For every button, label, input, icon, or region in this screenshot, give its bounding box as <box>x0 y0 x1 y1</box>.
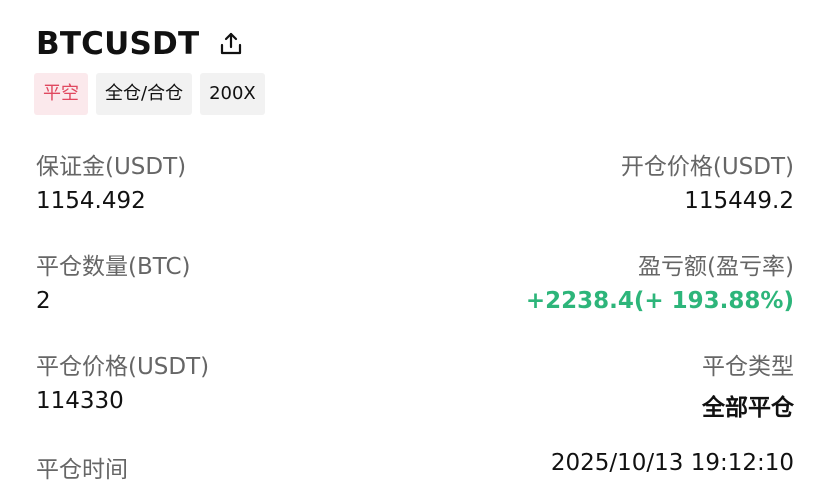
close-type-value: 全部平仓 <box>702 395 794 421</box>
share-icon[interactable] <box>217 30 245 58</box>
close-price-field: 平仓价格(USDT) 114330 <box>36 347 209 414</box>
close-qty-value: 2 <box>36 288 51 314</box>
side-tag: 平空 <box>34 73 88 115</box>
margin-field: 保证金(USDT) 1154.492 <box>36 147 186 214</box>
symbol-title: BTCUSDT <box>36 26 200 62</box>
close-price-label: 平仓价格(USDT) <box>36 354 210 380</box>
margin-label: 保证金(USDT) <box>36 154 187 180</box>
open-price-label: 开仓价格(USDT) <box>620 154 794 180</box>
open-price-value: 115449.2 <box>684 188 794 214</box>
close-time-value: 2025/10/13 19:12:10 <box>550 450 794 476</box>
tag-row: 平空 全仓/合仓 200X <box>34 73 265 115</box>
close-type-field: 平仓类型 全部平仓 <box>702 347 794 422</box>
open-price-field: 开仓价格(USDT) 115449.2 <box>621 147 794 214</box>
close-price-value: 114330 <box>36 388 124 414</box>
leverage-tag: 200X <box>200 73 265 115</box>
close-qty-field: 平仓数量(BTC) 2 <box>36 247 191 314</box>
pnl-field: 盈亏额(盈亏率) +2238.4(+ 193.88%) <box>526 247 794 314</box>
close-qty-label: 平仓数量(BTC) <box>36 254 191 280</box>
close-type-label: 平仓类型 <box>702 354 794 380</box>
close-time-label: 平仓时间 <box>36 457 128 483</box>
pnl-value: +2238.4(+ 193.88%) <box>525 288 794 314</box>
margin-mode-tag: 全仓/合仓 <box>96 73 193 115</box>
margin-value: 1154.492 <box>36 188 146 214</box>
pnl-label: 盈亏额(盈亏率) <box>638 254 794 280</box>
header: BTCUSDT <box>36 26 245 62</box>
